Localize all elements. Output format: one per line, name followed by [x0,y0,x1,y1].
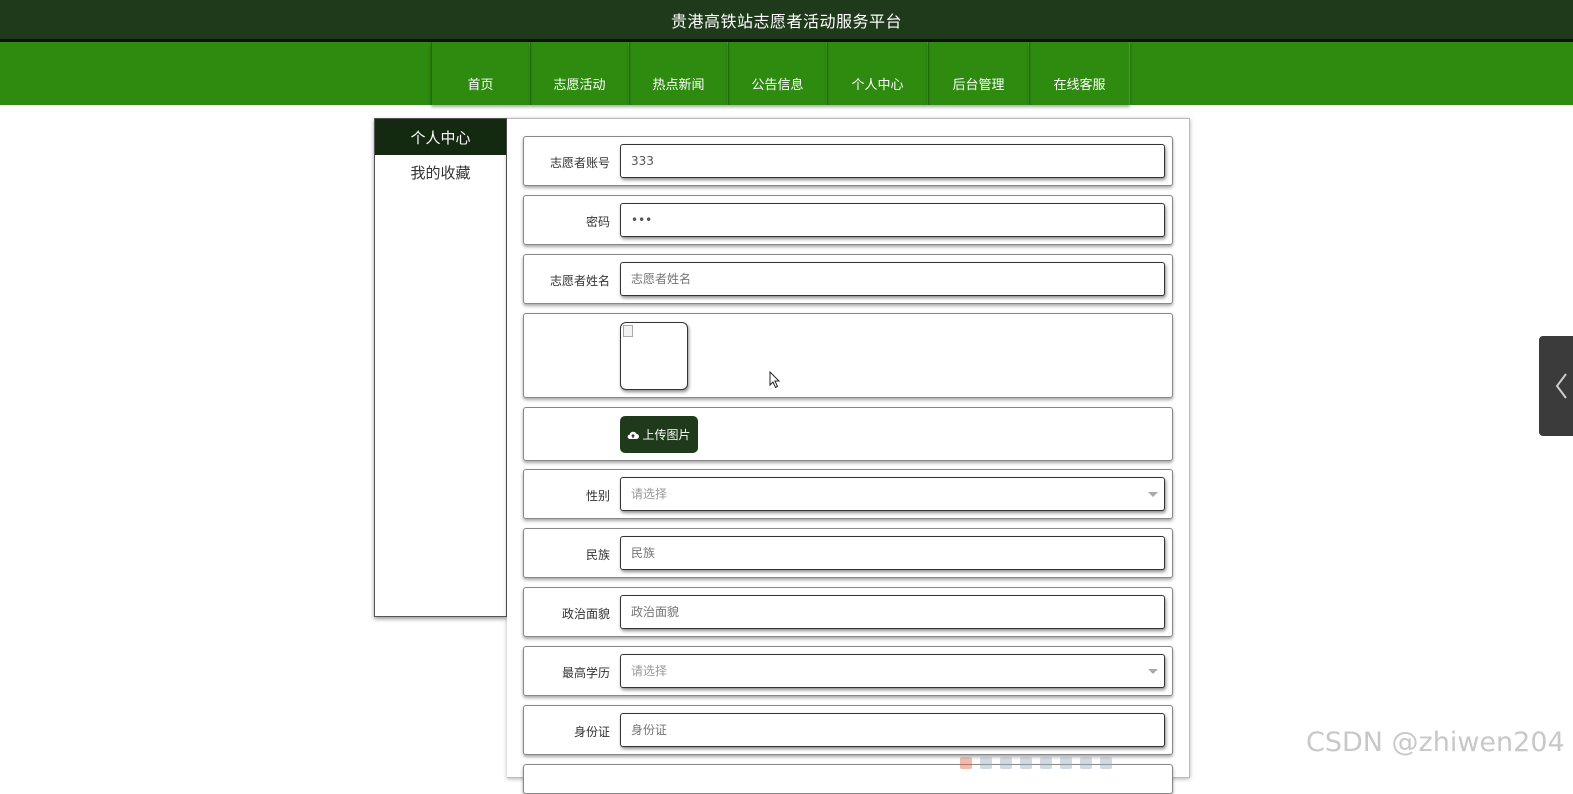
name-label: 志愿者姓名 [549,274,610,288]
gender-row: 性别 请选择 [523,469,1173,519]
ethnicity-input[interactable] [620,536,1165,570]
watermark: CSDN @zhiwen204 [1306,727,1565,758]
gender-select-value: 请选择 [631,487,668,501]
ethnicity-row: 民族 [523,528,1173,578]
name-row: 志愿者姓名 [523,254,1173,304]
cloud-upload-icon [628,431,640,439]
password-label: 密码 [585,215,610,229]
toolbar-icon [1020,757,1032,769]
sidebar: 个人中心 我的收藏 [374,118,507,617]
ethnicity-label: 民族 [585,548,610,562]
profile-form-panel: 志愿者账号 密码 ••• 志愿者姓名 上传图片 性别 请选择 民族 [507,118,1190,794]
avatar-image[interactable] [620,322,688,390]
political-row: 政治面貌 [523,587,1173,637]
idcard-row: 身份证 [523,705,1173,755]
floating-toolbar [960,756,1130,770]
political-label: 政治面貌 [561,607,610,621]
upload-image-button[interactable]: 上传图片 [620,416,698,453]
political-input[interactable] [620,595,1165,629]
top-header: 贵港高铁站志愿者活动服务平台 [0,0,1573,42]
idcard-input[interactable] [620,713,1165,747]
gender-label: 性别 [585,489,610,503]
chevron-left-icon [1555,373,1567,399]
broken-image-icon [623,325,633,337]
side-expand-tab[interactable] [1539,336,1573,436]
toolbar-icon [980,757,992,769]
toolbar-icon [1060,757,1072,769]
nav-home[interactable]: 首页 [431,42,530,105]
nav-volunteer-activities[interactable]: 志愿活动 [530,42,629,105]
education-select-value: 请选择 [631,664,668,678]
education-label: 最高学历 [561,666,610,680]
upload-button-label: 上传图片 [642,428,691,442]
toolbar-icon [1040,757,1052,769]
nav-admin[interactable]: 后台管理 [928,42,1029,105]
toolbar-logo-icon [960,757,972,769]
gender-select[interactable]: 请选择 [620,477,1165,511]
chevron-down-icon [1148,492,1158,497]
password-input[interactable]: ••• [620,203,1165,237]
nav-personal-center[interactable]: 个人中心 [827,42,928,105]
avatar-row [523,313,1173,398]
site-title: 贵港高铁站志愿者活动服务平台 [670,11,902,31]
upload-row: 上传图片 [523,407,1173,461]
education-select[interactable]: 请选择 [620,654,1165,688]
idcard-label: 身份证 [573,725,610,739]
toolbar-icon [1080,757,1092,769]
account-row: 志愿者账号 [523,136,1173,186]
nav-announcements[interactable]: 公告信息 [728,42,827,105]
nav-hot-news[interactable]: 热点新闻 [629,42,728,105]
name-input[interactable] [620,262,1165,296]
password-row: 密码 ••• [523,195,1173,245]
toolbar-icon [1000,757,1012,769]
account-input[interactable] [620,144,1165,178]
account-label: 志愿者账号 [549,156,610,170]
education-row: 最高学历 请选择 [523,646,1173,696]
mouse-cursor-icon [769,371,781,389]
sidebar-header[interactable]: 个人中心 [375,119,506,155]
main-nav: 首页 志愿活动 热点新闻 公告信息 个人中心 后台管理 在线客服 [0,42,1573,105]
nav-online-service[interactable]: 在线客服 [1029,42,1130,105]
toolbar-icon [1100,757,1112,769]
chevron-down-icon [1148,669,1158,674]
sidebar-item-favorites[interactable]: 我的收藏 [375,155,506,189]
